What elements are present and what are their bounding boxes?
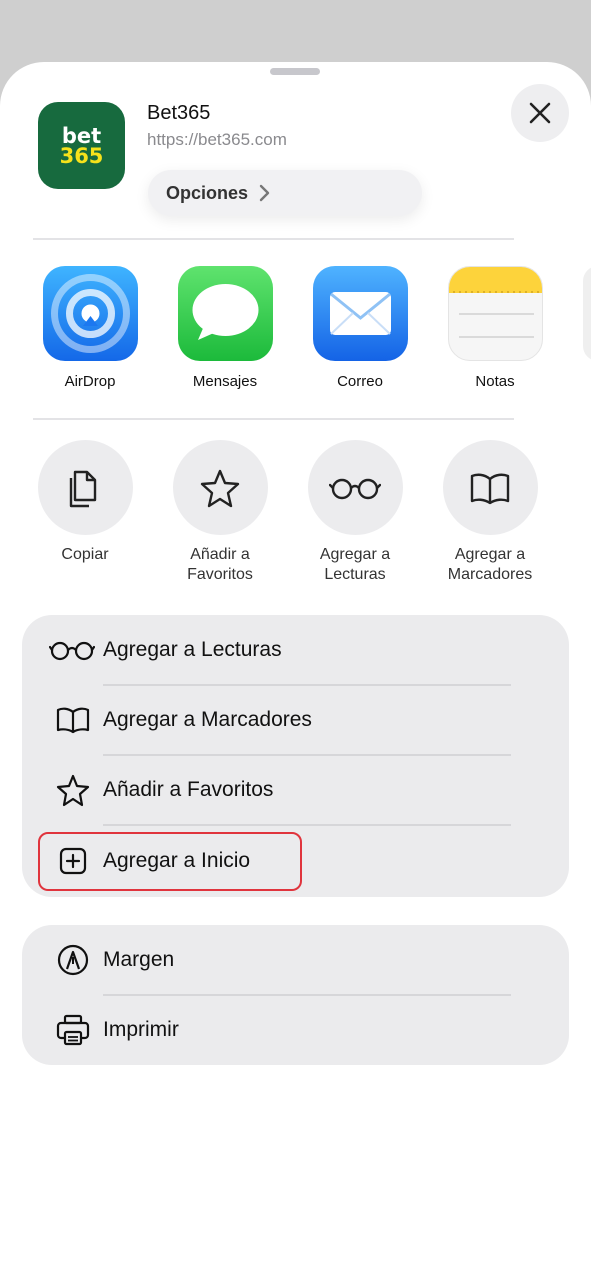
share-target-mail[interactable]: Correo [290,266,430,390]
glasses-icon [307,440,403,535]
share-sheet: bet 365 Bet365 https://bet365.com Opcion… [0,62,591,1280]
divider [33,418,514,420]
chevron-right-icon [259,184,270,202]
menu-label: Imprimir [103,1018,179,1041]
menu-item-add-favorites[interactable]: Añadir a Favoritos [22,755,569,825]
menu-label: Añadir a Favoritos [103,778,274,801]
airdrop-icon [42,266,138,361]
book-icon [442,440,538,535]
menu-label: Agregar a Lecturas [103,638,282,661]
share-targets-row: AirDrop Mensajes Correo Notas [0,266,591,406]
divider [33,238,514,240]
app-icon-line1: bet [61,123,102,148]
printer-icon [54,1011,92,1049]
menu-item-print[interactable]: Imprimir [22,995,569,1065]
options-label: Opciones [166,182,249,203]
actions-list-group: Agregar a Lecturas Agregar a Marcadores … [22,615,569,897]
app-title: Bet365 [147,102,211,124]
share-label-airdrop: AirDrop [64,373,116,390]
share-label-mail: Correo [337,373,383,390]
glasses-icon [48,631,96,669]
action-label-line1: Agregar a [454,546,526,563]
action-label-line2: Marcadores [447,566,533,583]
sheet-grabber[interactable] [270,68,320,75]
action-label-bookmarks: Agregar a Marcadores [415,545,565,585]
more-actions-group: Margen Imprimir [22,925,569,1065]
share-label-messages: Mensajes [192,373,258,390]
action-label-line1: Copiar [61,546,109,563]
menu-item-add-reading-list[interactable]: Agregar a Lecturas [22,615,569,685]
action-add-reading-list[interactable]: Agregar a Lecturas [280,440,430,585]
action-add-bookmarks[interactable]: Agregar a Marcadores [415,440,565,585]
close-icon [529,102,551,124]
share-target-notes[interactable]: Notas [425,266,565,390]
menu-item-markup[interactable]: Margen [22,925,569,995]
action-copy[interactable]: Copiar [10,440,160,565]
book-icon [54,701,92,739]
action-label-line1: Agregar a [319,546,391,563]
action-add-favorites[interactable]: Añadir a Favoritos [145,440,295,585]
quick-actions-row: Copiar Añadir a Favoritos Agregar a Lect… [0,440,591,600]
action-label-favorites: Añadir a Favoritos [145,545,295,585]
menu-label: Agregar a Marcadores [103,708,312,731]
options-button[interactable]: Opciones [148,170,422,216]
star-icon [54,771,92,809]
action-label-line2: Lecturas [324,566,386,583]
more-targets-peek[interactable] [583,266,591,361]
action-label-line2: Favoritos [187,566,253,583]
action-label-line1: Añadir a [190,546,250,563]
highlight-box [38,832,302,891]
app-icon-line2: 365 [59,143,104,168]
share-label-notes: Notas [475,373,515,390]
menu-label: Margen [103,948,175,971]
action-label-reading: Agregar a Lecturas [280,545,430,585]
share-target-messages[interactable]: Mensajes [155,266,295,390]
markup-icon [54,941,92,979]
close-button[interactable] [511,84,569,142]
bet365-app-icon: bet 365 [38,102,125,189]
mail-icon [312,266,408,361]
notes-icon [447,266,543,361]
messages-icon [177,266,273,361]
action-label-copy: Copiar [10,545,160,565]
star-icon [172,440,268,535]
menu-item-add-bookmarks[interactable]: Agregar a Marcadores [22,685,569,755]
copy-icon [37,440,133,535]
share-target-airdrop[interactable]: AirDrop [20,266,160,390]
app-url: https://bet365.com [147,130,287,149]
